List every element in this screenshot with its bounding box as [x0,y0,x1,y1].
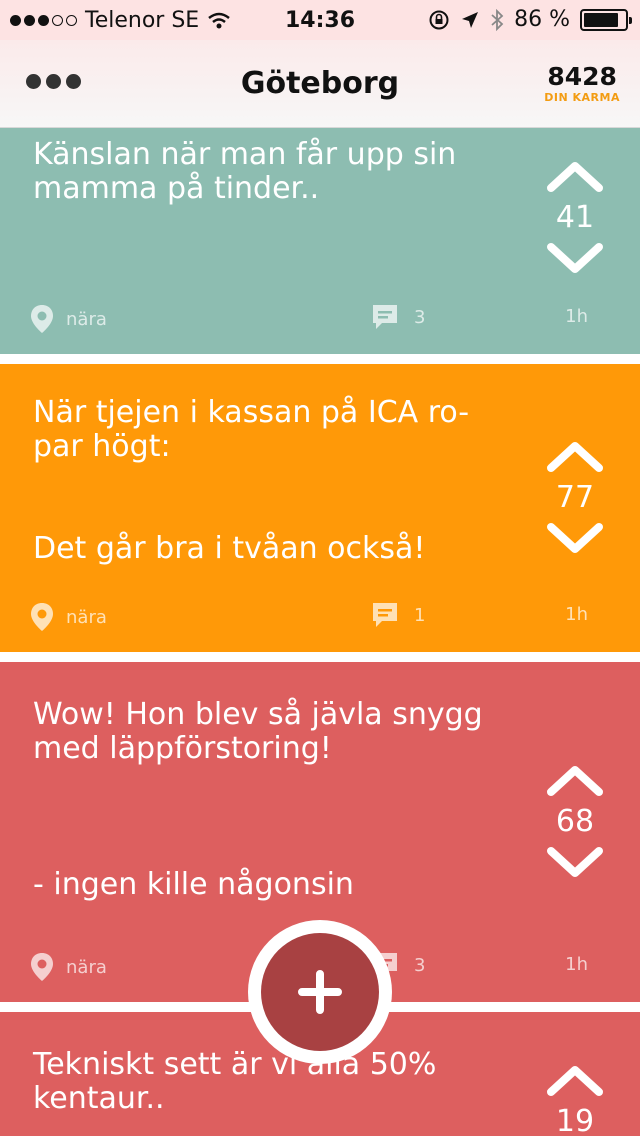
downvote-arrow-icon[interactable] [546,521,604,555]
comment-count: 3 [414,954,426,976]
post-text: När tjejen i kassan på ICA ro- par högt:… [33,395,470,566]
new-post-button[interactable] [248,920,392,1064]
post-age: 1h [565,306,588,327]
post-text: Wow! Hon blev så jävla snygg med läppför… [33,697,483,902]
post-location[interactable]: nära [30,952,107,982]
post-card[interactable]: När tjejen i kassan på ICA ro- par högt:… [0,364,640,652]
bluetooth-icon [491,8,504,31]
location-pin-icon [31,603,53,631]
post-location[interactable]: nära [30,602,107,632]
vote-count: 41 [555,200,595,235]
upvote-arrow-icon[interactable] [546,440,604,474]
post-location[interactable]: nära [30,304,107,334]
post-age: 1h [565,604,588,625]
vote-count: 19 [555,1104,595,1136]
comment-bubble-icon [373,305,397,329]
vote-count: 77 [555,480,595,515]
karma-badge[interactable]: 8428 DIN KARMA [544,62,620,104]
post-meta: nära 1 1h [30,600,588,632]
plus-icon [298,970,342,1014]
comment-count: 1 [414,604,426,626]
comment-count-button[interactable]: 3 [370,302,425,332]
location-pin-icon [31,305,53,333]
downvote-arrow-icon[interactable] [546,845,604,879]
vote-control: 77 [544,440,606,555]
location-label: nära [66,606,107,628]
status-bar: Telenor SE 14:36 86 % [0,0,640,40]
battery-percent: 86 % [514,7,570,32]
comment-count: 3 [414,306,426,328]
comment-count-button[interactable]: 1 [370,600,425,630]
vote-count: 68 [555,804,595,839]
new-post-button-inner [261,933,379,1051]
vote-control: 41 [544,160,606,275]
comment-bubble-icon [373,603,397,627]
downvote-arrow-icon[interactable] [546,241,604,275]
location-pin-icon [31,953,53,981]
post-meta: nära 3 1h [30,302,588,334]
upvote-arrow-icon[interactable] [546,160,604,194]
karma-label: DIN KARMA [544,91,620,104]
post-age: 1h [565,954,588,975]
location-arrow-icon [462,11,479,28]
upvote-arrow-icon[interactable] [546,1064,604,1098]
karma-value: 8428 [547,62,617,91]
location-label: nära [66,956,107,978]
nav-bar: Göteborg 8428 DIN KARMA [0,40,640,128]
vote-control: 19 [544,1064,606,1136]
upvote-arrow-icon[interactable] [546,764,604,798]
post-text: Tekniskt sett är vi alla 50% kentaur.. [33,1047,437,1116]
post-card[interactable]: Känslan när man får upp sin mamma på tin… [0,128,640,354]
location-label: nära [66,308,107,330]
battery-icon [580,8,632,31]
rotation-lock-icon [429,10,449,29]
post-text: Känslan när man får upp sin mamma på tin… [33,137,457,206]
status-right-group: 86 % [428,7,632,32]
vote-control: 68 [544,764,606,879]
